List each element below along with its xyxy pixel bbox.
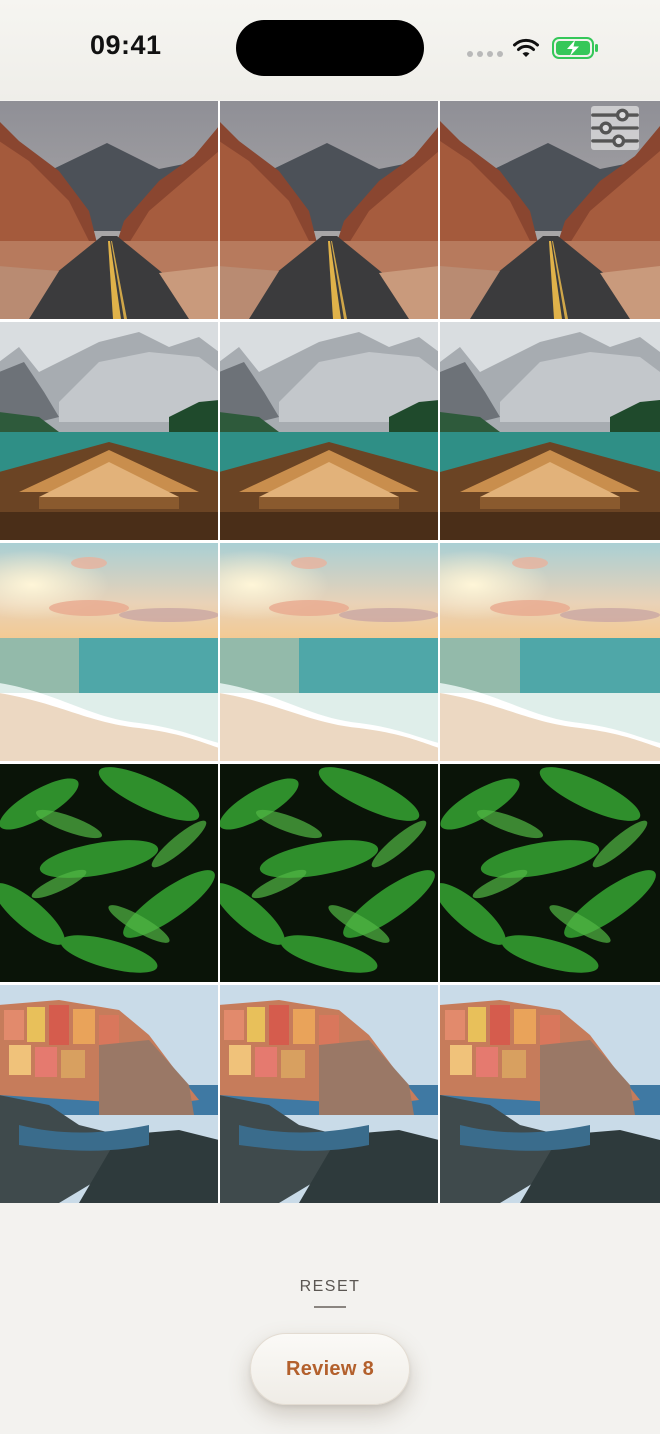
- dynamic-island: [236, 20, 424, 76]
- wifi-icon: [513, 38, 539, 57]
- ferns-photo[interactable]: [440, 764, 660, 982]
- reset-underline: [314, 1306, 346, 1308]
- ferns-photo[interactable]: [220, 764, 438, 982]
- status-time: 09:41: [90, 30, 162, 60]
- lake-boat-photo[interactable]: [440, 322, 660, 540]
- photo-grid: [0, 101, 660, 1203]
- beach-sunset-photo[interactable]: [440, 543, 660, 761]
- beach-sunset-photo[interactable]: [220, 543, 438, 761]
- beach-sunset-photo[interactable]: [0, 543, 218, 761]
- sliders-icon: [591, 108, 639, 148]
- desert-road-photo[interactable]: [440, 101, 660, 319]
- cliff-village-photo[interactable]: [440, 985, 660, 1203]
- filter-button[interactable]: [591, 106, 639, 150]
- battery-charging-icon: [552, 37, 598, 59]
- reset-button[interactable]: RESET: [290, 1278, 370, 1296]
- cliff-village-photo[interactable]: [0, 985, 218, 1203]
- lake-boat-photo[interactable]: [0, 322, 218, 540]
- cliff-village-photo[interactable]: [220, 985, 438, 1203]
- status-bar: 09:41: [0, 0, 660, 100]
- desert-road-photo[interactable]: [220, 101, 438, 319]
- signal-dots-icon: [467, 51, 503, 57]
- review-button[interactable]: Review 8: [250, 1333, 410, 1405]
- desert-road-photo[interactable]: [0, 101, 218, 319]
- lake-boat-photo[interactable]: [220, 322, 438, 540]
- ferns-photo[interactable]: [0, 764, 218, 982]
